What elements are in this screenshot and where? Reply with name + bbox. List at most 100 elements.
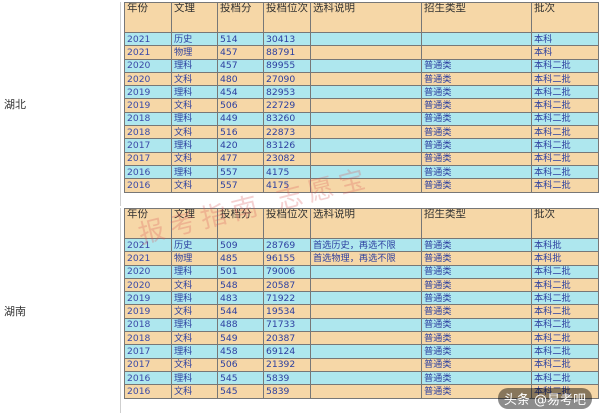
cell-subject: 文科	[171, 151, 218, 166]
cell-subject: 理科	[171, 85, 218, 100]
cell-subject: 文科	[171, 304, 218, 319]
cell-score: 516	[217, 125, 264, 140]
cell-year: 2020	[124, 71, 172, 87]
cell-subject: 文科	[171, 357, 218, 372]
cell-subject: 理科	[171, 344, 218, 359]
cell-score: 557	[217, 164, 264, 180]
cell-type	[421, 31, 532, 47]
cell-rank: 96155	[263, 251, 311, 266]
cell-batch: 本科二批	[531, 71, 599, 87]
table-row: 2021 物理 457 88791 本科	[124, 45, 599, 60]
cell-rank: 71733	[263, 317, 311, 333]
cell-selection: 首选历史，再选不限	[310, 237, 422, 253]
cell-selection: 首选物理，再选不限	[310, 251, 422, 266]
cell-type: 普通类	[421, 125, 532, 140]
cell-selection	[310, 357, 422, 372]
cell-selection	[310, 125, 422, 140]
header-batch: 批次	[531, 208, 599, 239]
cell-subject: 物理	[171, 251, 218, 266]
cell-score: 485	[217, 251, 264, 266]
cell-year: 2017	[124, 138, 172, 153]
cell-rank: 20387	[263, 331, 311, 346]
table-row: 2017 理科 420 83126 普通类 本科二批	[124, 138, 599, 153]
cell-type: 普通类	[421, 151, 532, 166]
cell-score: 506	[217, 98, 264, 113]
table-row: 2020 理科 457 89955 普通类 本科二批	[124, 58, 599, 73]
cell-type: 普通类	[421, 331, 532, 346]
table-row: 2021 历史 509 28769 首选历史，再选不限 普通类 本科批	[124, 237, 599, 253]
table-row: 2019 文科 506 22729 普通类 本科二批	[124, 98, 599, 113]
cell-batch: 本科二批	[531, 178, 599, 193]
cell-batch: 本科	[531, 31, 599, 47]
cell-selection	[310, 291, 422, 306]
cell-subject: 文科	[171, 125, 218, 140]
cell-batch: 本科批	[531, 237, 599, 253]
header-subject: 文理	[171, 2, 218, 33]
section-hunan: 湖南 年份 文理 投档分 投档位次 选科说明 招生类型 批次 2021 历史 509…	[0, 208, 600, 413]
cell-score: 480	[217, 71, 264, 87]
table-row: 2019 文科 544 19534 普通类 本科二批	[124, 304, 599, 319]
cell-rank: 21392	[263, 357, 311, 372]
table-row: 2019 理科 454 82953 普通类 本科二批	[124, 85, 599, 100]
cell-batch: 本科二批	[531, 58, 599, 73]
cell-score: 457	[217, 58, 264, 73]
header-selection: 选科说明	[310, 208, 422, 239]
table-header: 年份 文理 投档分 投档位次 选科说明 招生类型 批次	[124, 2, 599, 33]
cell-selection	[310, 304, 422, 319]
cell-score: 420	[217, 138, 264, 153]
cell-rank: 79006	[263, 264, 311, 279]
cell-type	[421, 45, 532, 60]
cell-score: 544	[217, 304, 264, 319]
cell-rank: 82953	[263, 85, 311, 100]
cell-score: 458	[217, 344, 264, 359]
cell-year: 2021	[124, 45, 172, 60]
table-row: 2018 理科 488 71733 普通类 本科二批	[124, 317, 599, 333]
cell-rank: 22873	[263, 125, 311, 140]
cell-score: 454	[217, 85, 264, 100]
cell-type: 普通类	[421, 291, 532, 306]
cell-year: 2020	[124, 264, 172, 279]
cell-batch: 本科批	[531, 251, 599, 266]
cell-score: 501	[217, 264, 264, 279]
cell-year: 2020	[124, 277, 172, 293]
table-row: 2020 理科 501 79006 普通类 本科二批	[124, 264, 599, 279]
cell-rank: 30413	[263, 31, 311, 47]
header-year: 年份	[124, 2, 172, 33]
cell-year: 2020	[124, 58, 172, 73]
cell-year: 2017	[124, 357, 172, 372]
cell-score: 457	[217, 45, 264, 60]
cell-type: 普通类	[421, 98, 532, 113]
table-row: 2020 文科 548 20587 普通类 本科二批	[124, 277, 599, 293]
cell-rank: 23082	[263, 151, 311, 166]
header-batch: 批次	[531, 2, 599, 33]
cell-year: 2021	[124, 251, 172, 266]
cell-rank: 19534	[263, 304, 311, 319]
source-logo: 头条 @易考吧	[497, 388, 592, 409]
header-type: 招生类型	[421, 2, 532, 33]
cell-subject: 理科	[171, 164, 218, 180]
table-row: 2017 理科 458 69124 普通类 本科二批	[124, 344, 599, 359]
table-row: 2018 文科 516 22873 普通类 本科二批	[124, 125, 599, 140]
cell-rank: 5839	[263, 384, 311, 399]
cell-subject: 文科	[171, 178, 218, 193]
table-row: 2020 文科 480 27090 普通类 本科二批	[124, 71, 599, 87]
cell-subject: 理科	[171, 264, 218, 279]
cell-batch: 本科二批	[531, 317, 599, 333]
cell-type: 普通类	[421, 138, 532, 153]
cell-year: 2019	[124, 85, 172, 100]
cell-batch: 本科二批	[531, 331, 599, 346]
cell-rank: 22729	[263, 98, 311, 113]
cell-rank: 69124	[263, 344, 311, 359]
cell-batch: 本科二批	[531, 164, 599, 180]
cell-year: 2017	[124, 344, 172, 359]
cell-batch: 本科二批	[531, 291, 599, 306]
cell-score: 506	[217, 357, 264, 372]
cell-type: 普通类	[421, 251, 532, 266]
cell-type: 普通类	[421, 178, 532, 193]
cell-score: 483	[217, 291, 264, 306]
province-label: 湖北	[0, 2, 121, 206]
cell-selection	[310, 71, 422, 87]
province-label: 湖南	[0, 208, 121, 413]
cell-type: 普通类	[421, 85, 532, 100]
cell-subject: 理科	[171, 291, 218, 306]
